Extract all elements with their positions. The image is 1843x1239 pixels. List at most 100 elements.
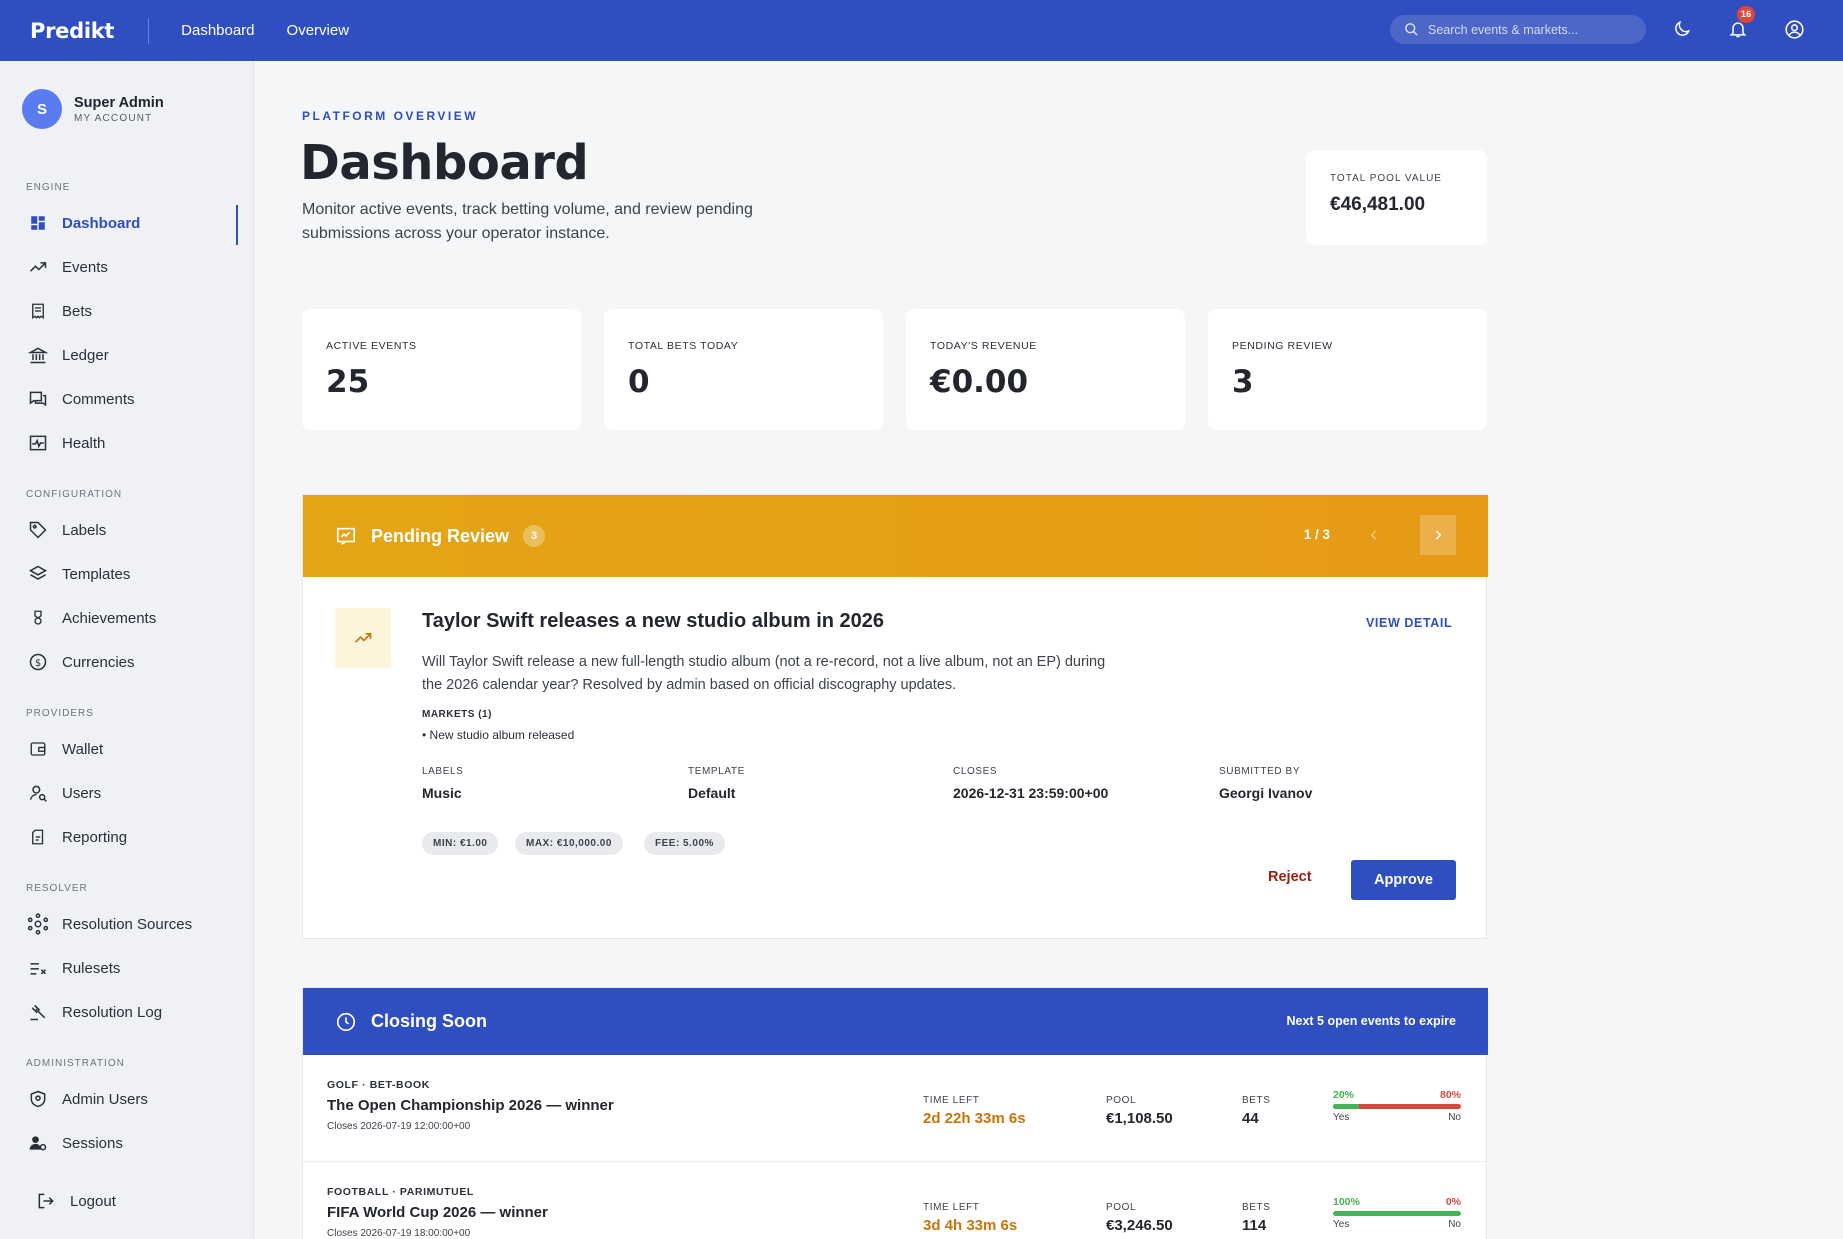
dashboard-grid-icon — [27, 212, 49, 234]
sidebar-item-admin-users[interactable]: Admin Users — [0, 1079, 238, 1119]
sidebar-item-label: Comments — [62, 390, 135, 408]
nav-dashboard[interactable]: Dashboard — [181, 22, 254, 39]
sidebar-item-label: Achievements — [62, 609, 157, 627]
reject-button[interactable]: Reject — [1268, 869, 1312, 885]
market-item: • New studio album released — [422, 728, 575, 742]
pool-value: €46,481.00 — [1330, 194, 1426, 215]
stat-card-active-events: ACTIVE EVENTS 25 — [302, 309, 581, 430]
table-row[interactable]: GOLF · BET-BOOK The Open Championship 20… — [303, 1055, 1488, 1162]
stat-label: TODAY'S REVENUE — [930, 340, 1037, 352]
sidebar-item-currencies[interactable]: $ Currencies — [0, 642, 238, 682]
closing-soon-subtitle: Next 5 open events to expire — [1286, 1014, 1456, 1028]
view-detail-link[interactable]: VIEW DETAIL — [1366, 616, 1452, 630]
page-kicker: PLATFORM OVERVIEW — [302, 109, 479, 123]
stat-card-pending-review: PENDING REVIEW 3 — [1208, 309, 1487, 430]
brand-logo[interactable]: Predikt — [30, 19, 114, 43]
stat-value: €0.00 — [930, 364, 1029, 400]
sidebar-item-resolution-log[interactable]: Resolution Log — [0, 992, 238, 1032]
comments-icon — [27, 388, 49, 410]
min-stake-chip: MIN: €1.00 — [422, 832, 499, 855]
svg-text:$: $ — [35, 658, 41, 669]
event-closes: Closes 2026-07-19 12:00:00+00 — [327, 1121, 471, 1132]
layers-icon — [27, 563, 49, 585]
stat-card-total-bets: TOTAL BETS TODAY 0 — [604, 309, 883, 430]
bell-icon[interactable]: 16 — [1725, 6, 1755, 42]
table-row[interactable]: FOOTBALL · PARIMUTUEL FIFA World Cup 202… — [303, 1162, 1488, 1239]
pool-label: POOL — [1106, 1095, 1137, 1106]
wallet-icon — [27, 738, 49, 760]
pending-event-card: Taylor Swift releases a new studio album… — [303, 577, 1488, 940]
account-block[interactable]: S Super Admin MY ACCOUNT — [22, 89, 164, 129]
medal-icon — [27, 607, 49, 629]
bank-icon — [27, 344, 49, 366]
sidebar-item-labels[interactable]: Labels — [0, 510, 238, 550]
yes-percent: 20% — [1333, 1089, 1355, 1101]
sidebar-item-label: Rulesets — [62, 959, 121, 977]
avatar: S — [22, 89, 62, 129]
sidebar-item-events[interactable]: Events — [0, 247, 238, 287]
nav-overview[interactable]: Overview — [287, 22, 350, 39]
sidebar-item-comments[interactable]: Comments — [0, 379, 238, 419]
sidebar-item-health[interactable]: Health — [0, 423, 238, 463]
account-circle-icon[interactable] — [1781, 16, 1807, 42]
sidebar-item-label: Dashboard — [62, 214, 141, 232]
meta-label: SUBMITTED BY — [1219, 766, 1301, 777]
hub-icon — [27, 913, 49, 935]
moon-icon[interactable] — [1669, 16, 1695, 42]
event-description: Will Taylor Swift release a new full-len… — [422, 654, 1106, 693]
admin-shield-icon — [27, 1088, 49, 1110]
sidebar-item-rulesets[interactable]: Rulesets — [0, 948, 238, 988]
sidebar-item-label: Health — [62, 434, 106, 452]
account-name: Super Admin — [74, 94, 164, 111]
sidebar-item-label: Labels — [62, 521, 107, 539]
meta-value-closes: 2026-12-31 23:59:00+00 — [953, 785, 1109, 801]
yes-label: Yes — [1333, 1112, 1350, 1123]
closing-soon-title: Closing Soon — [371, 1011, 487, 1031]
sidebar-item-dashboard[interactable]: Dashboard — [0, 203, 238, 245]
main-content: PLATFORM OVERVIEW Dashboard Monitor acti… — [254, 61, 1843, 1239]
sidebar-item-templates[interactable]: Templates — [0, 554, 238, 594]
sidebar-item-sessions[interactable]: Sessions — [0, 1123, 238, 1163]
total-pool-card: TOTAL POOL VALUE €46,481.00 — [1306, 150, 1487, 245]
chevron-right-icon — [1435, 530, 1442, 540]
no-percent: 0% — [1445, 1196, 1461, 1208]
sidebar-item-label: Bets — [62, 302, 93, 320]
sidebar-item-label: Wallet — [62, 740, 104, 758]
pending-count-badge: 3 — [523, 525, 546, 547]
sessions-icon — [27, 1132, 49, 1154]
bets-value: 44 — [1242, 1110, 1259, 1127]
chevron-left-icon — [1370, 530, 1377, 540]
meta-value-labels: Music — [422, 785, 462, 801]
sidebar-item-label: Sessions — [62, 1134, 123, 1152]
next-page-button[interactable] — [1420, 515, 1456, 555]
search-input[interactable]: Search events & markets... — [1390, 15, 1646, 44]
stat-card-revenue: TODAY'S REVENUE €0.00 — [906, 309, 1185, 430]
event-title: The Open Championship 2026 — winner — [327, 1097, 614, 1114]
time-left-label: TIME LEFT — [923, 1095, 980, 1106]
bets-label: BETS — [1242, 1095, 1271, 1106]
sidebar-item-wallet[interactable]: Wallet — [0, 729, 238, 769]
search-icon — [1405, 23, 1418, 36]
stat-label: ACTIVE EVENTS — [326, 340, 417, 352]
fee-chip: FEE: 5.00% — [644, 832, 725, 855]
sidebar-item-reporting[interactable]: Reporting — [0, 817, 238, 857]
logout-button[interactable]: Logout — [0, 1181, 238, 1221]
stat-value: 3 — [1232, 364, 1254, 400]
approve-button[interactable]: Approve — [1351, 860, 1456, 900]
logout-label: Logout — [70, 1192, 116, 1210]
odds-bar: 20% 80% Yes No — [1333, 1089, 1461, 1123]
stat-label: TOTAL BETS TODAY — [628, 340, 739, 352]
sidebar-item-achievements[interactable]: Achievements — [0, 598, 238, 638]
sidebar-item-label: Ledger — [62, 346, 109, 364]
sidebar-item-ledger[interactable]: Ledger — [0, 335, 238, 375]
max-stake-chip: MAX: €10,000.00 — [515, 832, 623, 855]
sidebar-item-resolution-sources[interactable]: Resolution Sources — [0, 904, 238, 944]
receipt-icon — [27, 300, 49, 322]
sidebar-item-bets[interactable]: Bets — [0, 291, 238, 331]
sidebar-item-users[interactable]: Users — [0, 773, 238, 813]
account-subtitle: MY ACCOUNT — [74, 112, 153, 124]
section-configuration: CONFIGURATION — [26, 489, 123, 500]
no-label: No — [1448, 1219, 1461, 1230]
stat-value: 25 — [326, 364, 370, 400]
prev-page-button[interactable] — [1356, 515, 1392, 555]
